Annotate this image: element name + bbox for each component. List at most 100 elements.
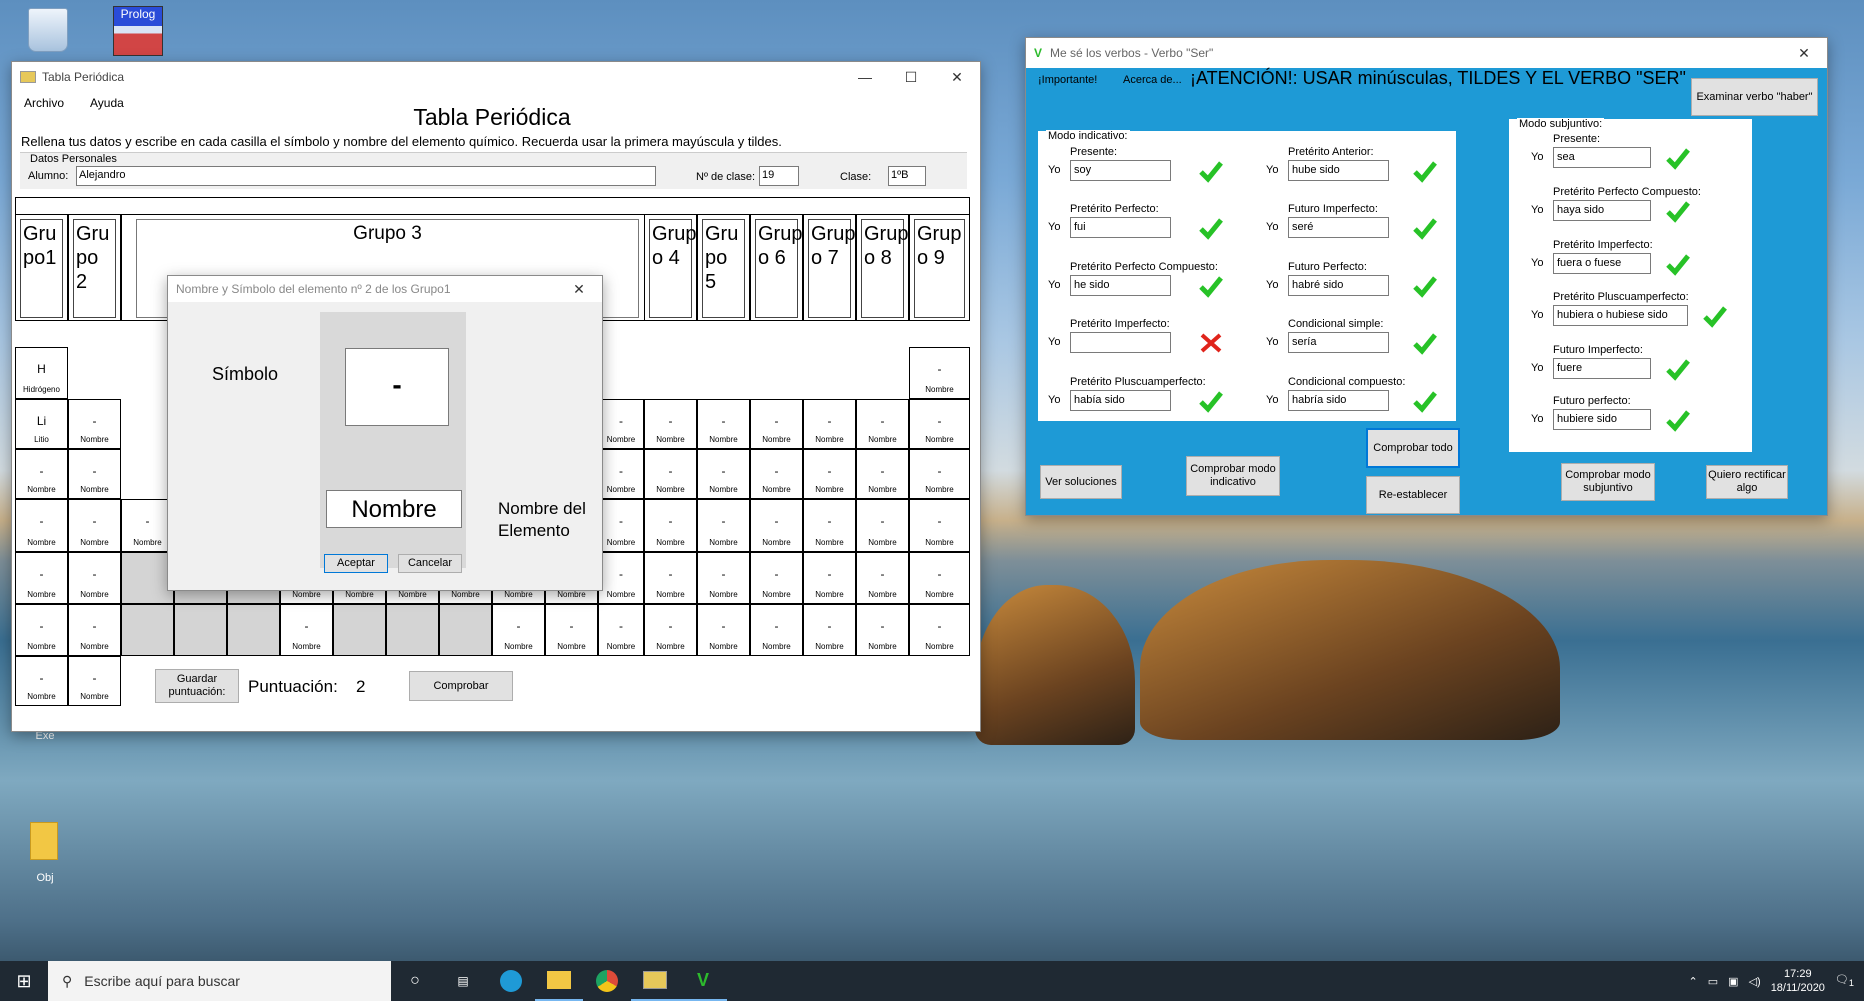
element-cell[interactable]: - Nombre	[697, 499, 750, 552]
ver-soluciones-button[interactable]: Ver soluciones	[1040, 465, 1122, 499]
verb-input[interactable]: sería	[1288, 332, 1389, 353]
examinar-haber-button[interactable]: Examinar verbo "haber"	[1691, 78, 1818, 116]
comprobar-button[interactable]: Comprobar	[409, 671, 513, 701]
verb-input[interactable]: sea	[1553, 147, 1651, 168]
comprobar-todo-button[interactable]: Comprobar todo	[1366, 428, 1460, 468]
element-cell[interactable]: - Nombre	[803, 449, 856, 499]
element-cell[interactable]: - Nombre	[750, 499, 803, 552]
name-input[interactable]: Nombre	[326, 490, 462, 528]
element-cell[interactable]: Li Litio	[15, 399, 68, 449]
verb-input[interactable]: había sido	[1070, 390, 1171, 411]
nclase-input[interactable]: 19	[759, 166, 799, 186]
element-cell[interactable]: - Nombre	[856, 552, 909, 604]
element-cell[interactable]: - Nombre	[803, 499, 856, 552]
prolog-icon[interactable]: Prolog	[113, 6, 163, 56]
battery-icon[interactable]: ▭	[1708, 975, 1718, 988]
element-cell[interactable]: H Hidrógeno	[15, 347, 68, 399]
element-cell[interactable]: - Nombre	[644, 399, 697, 449]
element-cell[interactable]: - Nombre	[697, 449, 750, 499]
element-cell[interactable]: - Nombre	[68, 399, 121, 449]
element-cell[interactable]: - Nombre	[68, 604, 121, 656]
element-cell[interactable]: - Nombre	[909, 347, 970, 399]
element-cell[interactable]: - Nombre	[15, 656, 68, 706]
minimize-icon[interactable]: —	[842, 69, 888, 86]
dialog-close-icon[interactable]: ✕	[556, 281, 602, 298]
element-cell[interactable]: - Nombre	[750, 399, 803, 449]
element-cell[interactable]: - Nombre	[644, 552, 697, 604]
verb-input[interactable]: habría sido	[1288, 390, 1389, 411]
desktop-icon-obj[interactable]: Obj	[15, 872, 75, 884]
element-cell[interactable]: - Nombre	[750, 604, 803, 656]
folder-icon[interactable]	[30, 822, 58, 860]
element-cell[interactable]: - Nombre	[856, 449, 909, 499]
element-cell[interactable]: - Nombre	[598, 552, 644, 604]
element-cell[interactable]: - Nombre	[909, 499, 970, 552]
task-view-icon[interactable]: ▤	[439, 961, 487, 1001]
aceptar-button[interactable]: Aceptar	[324, 554, 388, 573]
element-cell[interactable]: - Nombre	[803, 552, 856, 604]
verb-input[interactable]: soy	[1070, 160, 1171, 181]
close-icon[interactable]: ✕	[934, 69, 980, 86]
element-cell[interactable]: - Nombre	[803, 604, 856, 656]
clase-input[interactable]: 1ºB	[888, 166, 926, 186]
element-cell[interactable]: - Nombre	[803, 399, 856, 449]
element-cell[interactable]: - Nombre	[909, 604, 970, 656]
file-explorer-icon[interactable]	[535, 961, 583, 1001]
element-cell[interactable]: - Nombre	[856, 604, 909, 656]
clock[interactable]: 17:29 18/11/2020	[1771, 967, 1825, 995]
edge-icon[interactable]	[487, 961, 535, 1001]
menu-importante[interactable]: ¡Importante!	[1038, 74, 1097, 86]
element-cell[interactable]: - Nombre	[750, 449, 803, 499]
maximize-icon[interactable]: ☐	[888, 69, 934, 86]
element-cell[interactable]: - Nombre	[15, 604, 68, 656]
element-cell[interactable]: - Nombre	[644, 449, 697, 499]
element-cell[interactable]: - Nombre	[598, 604, 644, 656]
verb-input[interactable]: haya sido	[1553, 200, 1651, 221]
element-cell[interactable]: - Nombre	[909, 399, 970, 449]
verb-input[interactable]: seré	[1288, 217, 1389, 238]
element-cell[interactable]: - Nombre	[909, 449, 970, 499]
element-cell[interactable]: - Nombre	[697, 399, 750, 449]
verb-input[interactable]: hubiera o hubiese sido	[1553, 305, 1688, 326]
verbos-close-icon[interactable]: ✕	[1781, 45, 1827, 62]
comprobar-subjuntivo-button[interactable]: Comprobar modo subjuntivo	[1561, 463, 1655, 501]
element-cell[interactable]: - Nombre	[697, 604, 750, 656]
element-cell[interactable]: - Nombre	[545, 604, 598, 656]
element-cell[interactable]: - Nombre	[598, 449, 644, 499]
element-cell[interactable]: - Nombre	[15, 499, 68, 552]
element-cell[interactable]: - Nombre	[750, 552, 803, 604]
network-icon[interactable]: ▣	[1728, 975, 1738, 988]
rectificar-button[interactable]: Quiero rectificar algo	[1706, 465, 1788, 499]
tabla-taskbar-icon[interactable]	[631, 961, 679, 1001]
element-cell[interactable]: - Nombre	[644, 604, 697, 656]
start-button[interactable]: ⊞	[0, 961, 48, 1001]
comprobar-indicativo-button[interactable]: Comprobar modo indicativo	[1186, 456, 1280, 496]
element-cell[interactable]: - Nombre	[856, 399, 909, 449]
verb-input[interactable]: fuere	[1553, 358, 1651, 379]
verb-input[interactable]: fui	[1070, 217, 1171, 238]
element-cell[interactable]: - Nombre	[68, 656, 121, 706]
element-cell[interactable]: - Nombre	[598, 399, 644, 449]
guardar-button[interactable]: Guardar puntuación:	[155, 669, 239, 703]
verb-input[interactable]: he sido	[1070, 275, 1171, 296]
element-cell[interactable]: - Nombre	[644, 499, 697, 552]
menu-acerca[interactable]: Acerca de...	[1123, 74, 1182, 86]
verbos-taskbar-icon[interactable]: V	[679, 961, 727, 1001]
element-cell[interactable]: - Nombre	[15, 552, 68, 604]
chevron-up-icon[interactable]: ⌃	[1689, 975, 1698, 988]
element-cell[interactable]: - Nombre	[68, 552, 121, 604]
verb-input[interactable]: hube sido	[1288, 160, 1389, 181]
symbol-input[interactable]: -	[345, 348, 449, 426]
search-box[interactable]: ⚲ Escribe aquí para buscar	[48, 961, 391, 1001]
volume-icon[interactable]: ◁)	[1749, 975, 1761, 988]
element-cell[interactable]: - Nombre	[856, 499, 909, 552]
element-cell[interactable]: - Nombre	[68, 449, 121, 499]
chrome-icon[interactable]	[583, 961, 631, 1001]
notification-icon[interactable]: 🗨1	[1835, 973, 1854, 988]
verb-input[interactable]: hubiere sido	[1553, 409, 1651, 430]
alumno-input[interactable]: Alejandro	[76, 166, 656, 186]
verb-input[interactable]: habré sido	[1288, 275, 1389, 296]
cortana-icon[interactable]: ○	[391, 961, 439, 1001]
reestablecer-button[interactable]: Re-establecer	[1366, 476, 1460, 514]
element-cell[interactable]: - Nombre	[598, 499, 644, 552]
